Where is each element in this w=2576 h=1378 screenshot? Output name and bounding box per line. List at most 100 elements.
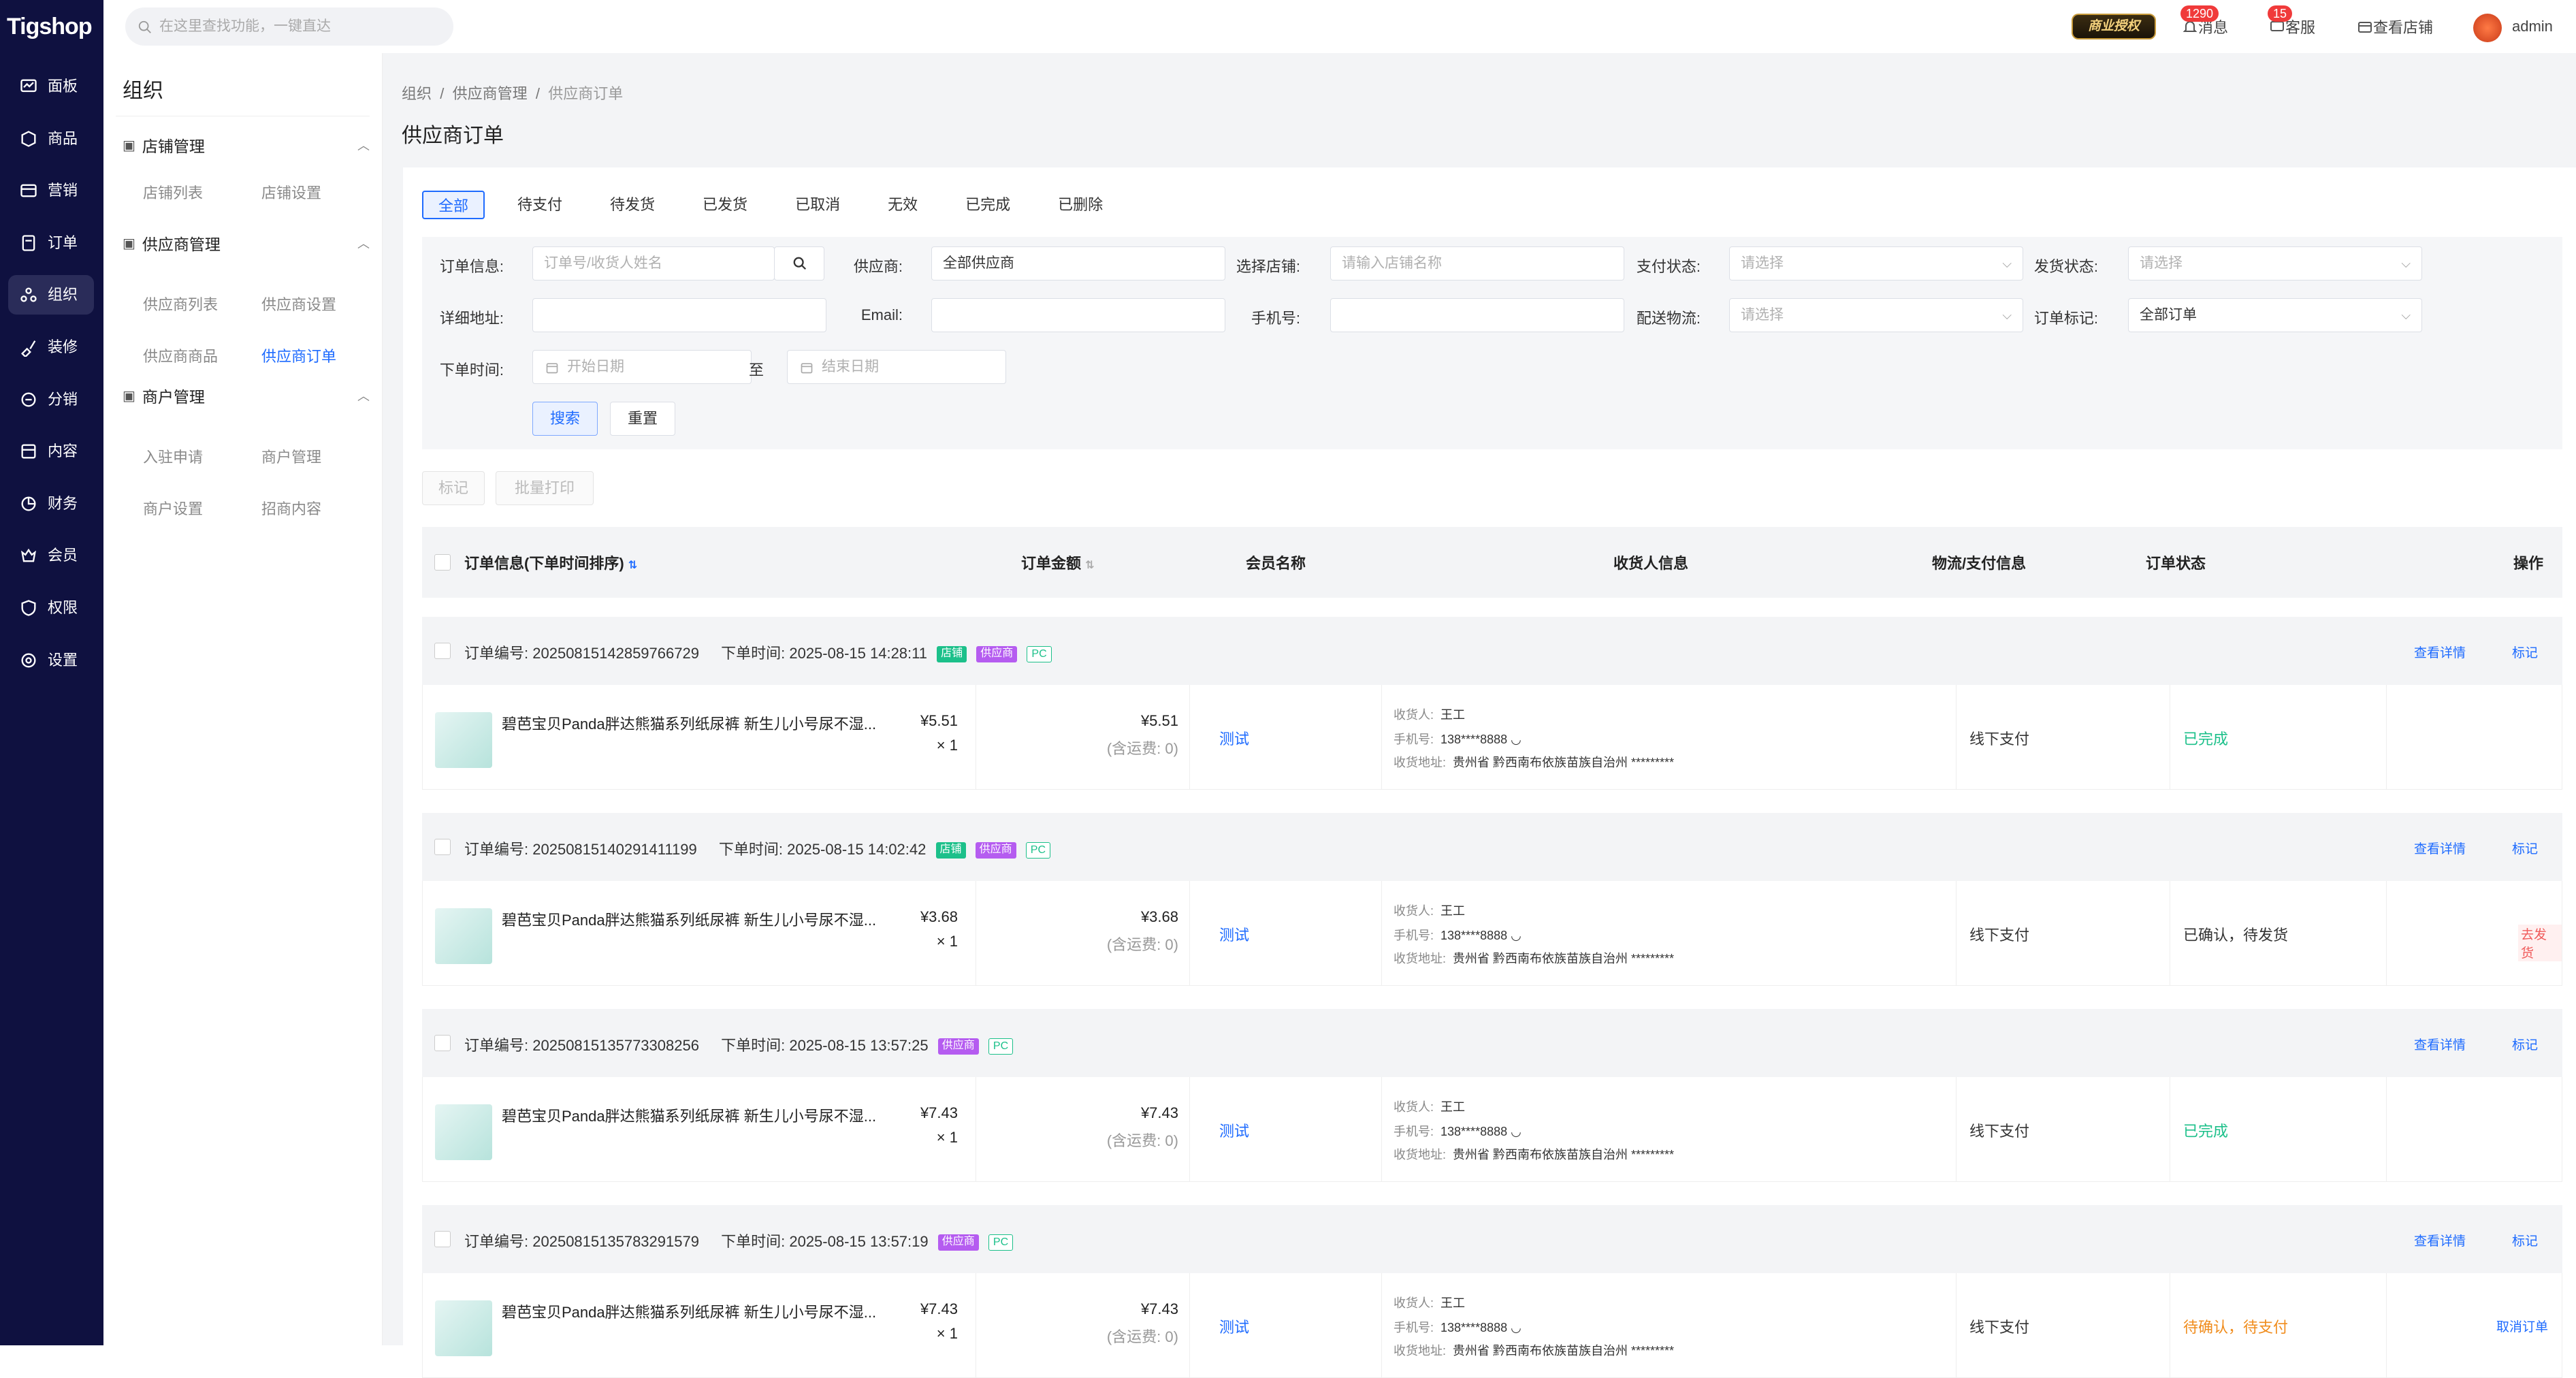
submenu-link[interactable]: 供应商设置 xyxy=(261,293,336,315)
ship-status-select[interactable]: 请选择 ⌵ xyxy=(2128,246,2422,281)
view-detail-link[interactable]: 查看详情 xyxy=(2414,643,2466,661)
shipping-fee: (含运费: 0) xyxy=(1022,737,1178,758)
submenu-link[interactable]: 供应商订单 xyxy=(261,344,336,366)
header-amount[interactable]: 订单金额 ⇅ xyxy=(1021,551,1095,573)
member-link[interactable]: 测试 xyxy=(1185,1119,1249,1141)
product-thumbnail[interactable] xyxy=(435,712,492,768)
order-action-button[interactable]: 去发货 xyxy=(2518,925,2562,961)
submenu-group-label: 商户管理 xyxy=(142,388,205,406)
order-mark-select[interactable]: 全部订单 ⌵ xyxy=(2128,298,2422,332)
business-license-badge[interactable]: 商业授权 xyxy=(2072,14,2156,39)
submenu-link[interactable]: 供应商商品 xyxy=(143,344,218,366)
search-input[interactable]: 在这里查找功能，一键直达 xyxy=(125,7,453,46)
order-no: 20250815142859766729 xyxy=(532,645,699,662)
product-thumbnail[interactable] xyxy=(435,1300,492,1356)
header-ops: 操作 xyxy=(2513,555,2544,572)
sidebar-item-8[interactable]: 财务 xyxy=(8,484,94,524)
sidebar-item-10[interactable]: 权限 xyxy=(8,588,94,628)
sidebar-item-6[interactable]: 分销 xyxy=(8,380,94,419)
tab-0[interactable]: 全部 xyxy=(422,191,485,219)
eye-icon[interactable]: ◡ xyxy=(1511,733,1522,746)
product-name[interactable]: 碧芭宝贝Panda胖达熊猫系列纸尿裤 新生儿小号尿不湿... xyxy=(502,908,883,930)
unit-price: ¥3.68 xyxy=(920,908,958,925)
order-search-button[interactable] xyxy=(774,246,824,281)
sidebar-item-11[interactable]: 设置 xyxy=(8,641,94,680)
pay-status-select[interactable]: 请选择 ⌵ xyxy=(1729,246,2023,281)
sidebar-item-4[interactable]: 组织 xyxy=(8,275,94,315)
receiver-address: 收货地址: 贵州省 黔西南布依族苗族自治州 ********* xyxy=(1394,753,1674,771)
submenu-link[interactable]: 供应商列表 xyxy=(143,293,218,315)
product-name[interactable]: 碧芭宝贝Panda胖达熊猫系列纸尿裤 新生儿小号尿不湿... xyxy=(502,1300,883,1322)
tab-2[interactable]: 待发货 xyxy=(595,191,670,219)
sidebar-item-7[interactable]: 内容 xyxy=(8,432,94,471)
submenu-group-2[interactable]: ▣ 商户管理 ︿ xyxy=(123,384,370,407)
submenu-group-0[interactable]: ▣ 店铺管理 ︿ xyxy=(123,133,370,157)
address-input[interactable] xyxy=(532,298,826,332)
sidebar-item-2[interactable]: 营销 xyxy=(8,171,94,210)
select-all-checkbox[interactable] xyxy=(434,554,451,571)
order-checkbox[interactable] xyxy=(434,839,451,855)
eye-icon[interactable]: ◡ xyxy=(1511,1321,1522,1334)
header-order-info-label: 订单信息(下单时间排序) xyxy=(464,555,624,572)
sidebar-item-0[interactable]: 面板 xyxy=(8,67,94,106)
end-date-input[interactable]: 结束日期 xyxy=(787,350,1006,384)
header-order-info[interactable]: 订单信息(下单时间排序) ⇅ xyxy=(464,551,637,573)
sidebar-item-3[interactable]: 订单 xyxy=(8,223,94,263)
tab-6[interactable]: 已完成 xyxy=(950,191,1025,219)
reset-button[interactable]: 重置 xyxy=(610,402,675,436)
tab-1[interactable]: 待支付 xyxy=(502,191,577,219)
avatar[interactable] xyxy=(2473,14,2502,42)
view-detail-link[interactable]: 查看详情 xyxy=(2414,1231,2466,1249)
mark-link[interactable]: 标记 xyxy=(2512,1231,2538,1249)
search-button[interactable]: 搜索 xyxy=(532,402,598,436)
sub-menu: 组织 ▣ 店铺管理 ︿ 店铺列表 店铺设置 ▣ 供应商管理 ︿ 供应商列表 供应商设置 供应商商品 供… xyxy=(103,53,383,1345)
phone-input[interactable] xyxy=(1330,298,1624,332)
member-link[interactable]: 测试 xyxy=(1185,727,1249,749)
mark-button[interactable]: 标记 xyxy=(422,471,485,505)
member-link[interactable]: 测试 xyxy=(1185,1315,1249,1337)
view-detail-link[interactable]: 查看详情 xyxy=(2414,1035,2466,1053)
order-action-button[interactable]: 取消订单 xyxy=(2496,1317,2548,1335)
start-date-input[interactable]: 开始日期 xyxy=(532,350,752,384)
sidebar-item-5[interactable]: 装修 xyxy=(8,327,94,367)
mark-link[interactable]: 标记 xyxy=(2512,839,2538,857)
submenu-link[interactable]: 商户管理 xyxy=(261,445,321,467)
email-input[interactable] xyxy=(931,298,1225,332)
tab-4[interactable]: 已取消 xyxy=(780,191,855,219)
tab-5[interactable]: 无效 xyxy=(873,191,933,219)
order-checkbox[interactable] xyxy=(434,643,451,659)
order-info-input[interactable]: 订单号/收货人姓名 xyxy=(532,246,775,281)
breadcrumb-item[interactable]: 供应商管理 xyxy=(453,85,528,102)
eye-icon[interactable]: ◡ xyxy=(1511,1125,1522,1138)
tab-3[interactable]: 已发货 xyxy=(688,191,762,219)
submenu-link[interactable]: 店铺设置 xyxy=(261,181,321,203)
eye-icon[interactable]: ◡ xyxy=(1511,929,1522,942)
submenu-group-1[interactable]: ▣ 供应商管理 ︿ xyxy=(123,231,370,255)
order-checkbox[interactable] xyxy=(434,1035,451,1051)
store-input[interactable]: 请输入店铺名称 xyxy=(1330,246,1624,281)
view-store-button[interactable]: 查看店铺 xyxy=(2357,0,2433,53)
mark-link[interactable]: 标记 xyxy=(2512,643,2538,661)
tab-7[interactable]: 已删除 xyxy=(1043,191,1118,219)
mark-link[interactable]: 标记 xyxy=(2512,1035,2538,1053)
submenu-link[interactable]: 商户设置 xyxy=(143,497,203,519)
logistics-select[interactable]: 请选择 ⌵ xyxy=(1729,298,2023,332)
product-name[interactable]: 碧芭宝贝Panda胖达熊猫系列纸尿裤 新生儿小号尿不湿... xyxy=(502,712,883,734)
sidebar-item-1[interactable]: 商品 xyxy=(8,119,94,159)
submenu-link[interactable]: 招商内容 xyxy=(261,497,321,519)
product-thumbnail[interactable] xyxy=(435,908,492,964)
product-name[interactable]: 碧芭宝贝Panda胖达熊猫系列纸尿裤 新生儿小号尿不湿... xyxy=(502,1104,883,1126)
divider xyxy=(1956,1273,1957,1378)
product-thumbnail[interactable] xyxy=(435,1104,492,1160)
submenu-link[interactable]: 入驻申请 xyxy=(143,445,203,467)
batch-print-button[interactable]: 批量打印 xyxy=(496,471,594,505)
supplier-select[interactable]: 全部供应商 xyxy=(931,246,1225,281)
breadcrumb-item[interactable]: 组织 xyxy=(402,85,432,102)
order-checkbox[interactable] xyxy=(434,1231,451,1247)
member-link[interactable]: 测试 xyxy=(1185,923,1249,945)
sidebar-item-9[interactable]: 会员 xyxy=(8,536,94,575)
user-menu[interactable]: admin xyxy=(2512,0,2553,53)
view-detail-link[interactable]: 查看详情 xyxy=(2414,839,2466,857)
submenu-link[interactable]: 店铺列表 xyxy=(143,181,203,203)
app-logo[interactable]: Tigshop xyxy=(7,8,95,45)
